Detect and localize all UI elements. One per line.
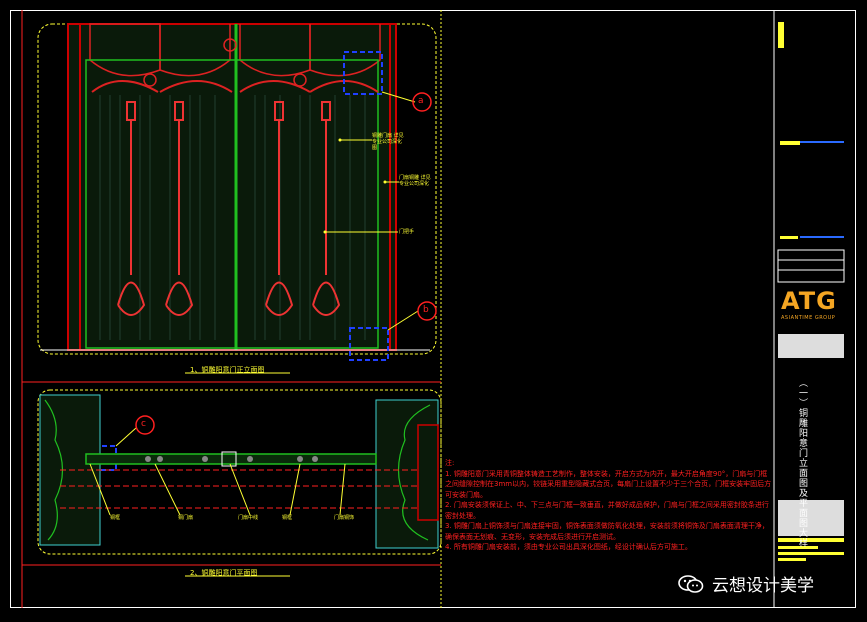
- callout-a: a: [418, 96, 424, 106]
- note-item: 3. 铜雕门扇上铜饰须与门扇连接牢固，铜饰表面须做防氧化处理，安装前须将铜饰及门…: [445, 522, 769, 541]
- label-door-leaf: 铜雕门扇 详见专业公司深化图: [372, 133, 404, 151]
- plan-label-2: 铜门扇: [178, 515, 194, 521]
- logo-text: ATG: [781, 287, 837, 315]
- logo-subtext: ASIANTIME GROUP: [781, 315, 836, 321]
- company-logo: ATG ASIANTIME GROUP: [781, 288, 845, 328]
- wechat-icon: [678, 574, 704, 593]
- plan-label-5: 门扇铜饰: [334, 515, 355, 521]
- sheet-title: （一）铜雕阳意门立面图及平面图大样: [797, 378, 807, 548]
- elevation-title: 1、铜雕阳意门正立面图: [190, 366, 265, 374]
- callout-c: c: [141, 419, 146, 429]
- label-door-handle: 门把手: [399, 229, 415, 235]
- plan-label-4: 铜框: [282, 515, 293, 521]
- note-item: 1. 铜雕阳意门采用青铜整体铸造工艺制作，整体安装，开启方式为内开，最大开启角度…: [445, 469, 772, 499]
- note-item: 4. 所有铜雕门扇安装前，须由专业公司出具深化图纸，经设计确认后方可施工。: [445, 543, 692, 551]
- plan-label-3: 门扇中线: [238, 515, 259, 521]
- note-item: 2. 门扇安装须保证上、中、下三点与门框一致垂直，并做好成品保护，门扇与门框之间…: [445, 501, 769, 520]
- watermark: 云想设计美学: [678, 571, 814, 596]
- watermark-text: 云想设计美学: [712, 576, 814, 596]
- label-door-ornament: 门扇铜雕 详见专业公司深化: [399, 175, 431, 187]
- plan-label-1: 铜框: [110, 515, 121, 521]
- callout-b: b: [423, 305, 429, 315]
- door-plan: [39, 394, 439, 549]
- notes-header: 注:: [445, 459, 455, 467]
- construction-notes: 注: 1. 铜雕阳意门采用青铜整体铸造工艺制作，整体安装，开启方式为内开，最大开…: [445, 458, 773, 553]
- door-elevation: [40, 23, 430, 351]
- plan-title: 2、铜雕阳意门平面图: [190, 569, 258, 577]
